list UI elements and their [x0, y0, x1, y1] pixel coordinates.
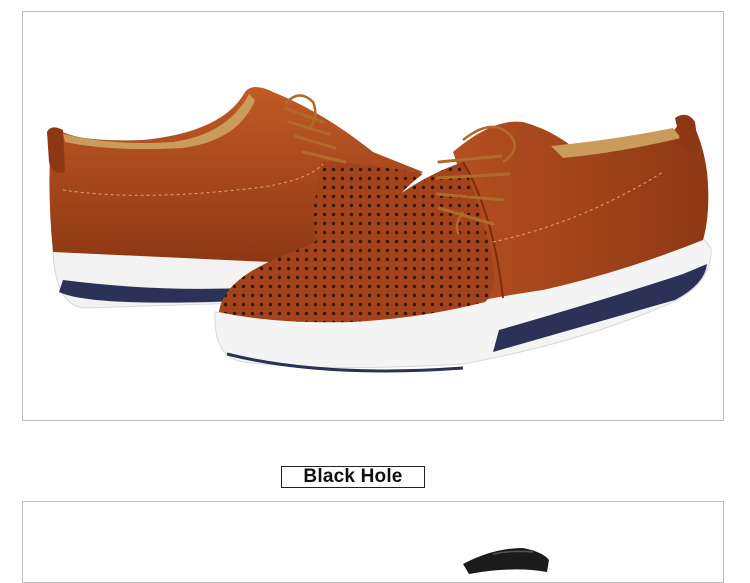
- product-photo-black: [22, 501, 724, 583]
- product-photo-brown: [22, 11, 724, 421]
- brown-shoes-illustration: [47, 87, 712, 373]
- black-shoe-illustration: [463, 548, 549, 574]
- color-variant-label: Black Hole: [281, 466, 425, 488]
